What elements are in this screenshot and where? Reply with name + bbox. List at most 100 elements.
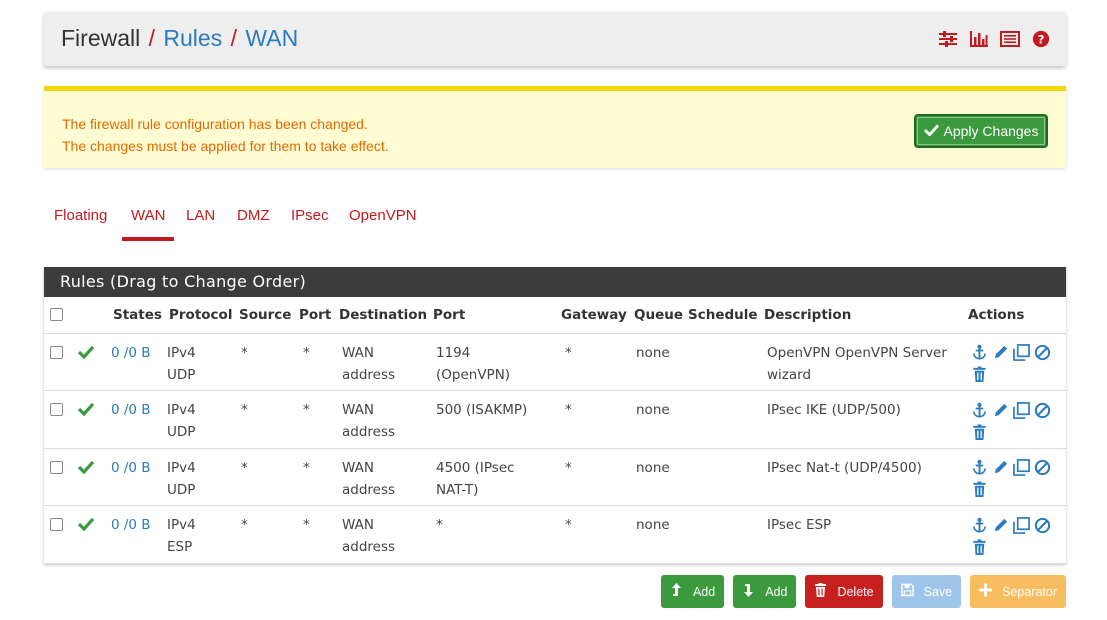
trash-icon[interactable]	[970, 536, 989, 558]
bar-chart-icon[interactable]	[968, 29, 990, 49]
row-checkbox[interactable]	[50, 518, 63, 531]
rules-table: States Protocol Source Port Destination …	[44, 297, 1066, 564]
disable-icon[interactable]	[1033, 399, 1052, 421]
port-value: *	[303, 402, 310, 418]
edit-icon[interactable]	[991, 514, 1010, 536]
destination-line: address	[342, 539, 396, 555]
table-row[interactable]: 0 /0 B IPv4 UDP * * WAN address 1194 (OpenVPN) * n…	[44, 333, 1066, 391]
svg-text:?: ?	[1038, 33, 1045, 47]
row-checkbox[interactable]	[50, 403, 63, 416]
description-line: IPsec Nat-t (UDP/4500)	[767, 459, 922, 476]
states-link[interactable]: 0 /0 B	[111, 460, 151, 476]
gateway-value: *	[565, 344, 572, 361]
dest-port-line: 1194	[436, 344, 471, 361]
save-button[interactable]: Save	[891, 575, 962, 608]
protocol-line: IPv4	[167, 459, 196, 476]
disable-icon[interactable]	[1033, 514, 1052, 536]
port-value: *	[303, 459, 310, 476]
breadcrumb-root: Firewall	[61, 25, 141, 51]
breadcrumb-link-rules[interactable]: Rules	[163, 25, 222, 51]
delete-label: Delete	[837, 584, 874, 599]
check-icon[interactable]	[77, 517, 95, 535]
states-link[interactable]: 0 /0 B	[111, 402, 151, 418]
row-checkbox[interactable]	[50, 460, 63, 474]
check-icon[interactable]	[77, 460, 95, 478]
table-row[interactable]: 0 /0 B IPv4 ESP * * WAN address * * none IPsec ESP	[44, 505, 1066, 564]
trash-icon[interactable]	[970, 479, 989, 501]
tab-wan[interactable]: WAN	[121, 207, 176, 241]
separator-button[interactable]: Separator	[970, 575, 1066, 608]
plus-icon	[979, 583, 993, 600]
queue-value: none	[636, 517, 670, 533]
breadcrumb-link-wan[interactable]: WAN	[245, 25, 298, 51]
anchor-icon[interactable]	[970, 399, 989, 421]
dest-port-line: *	[436, 517, 443, 533]
sliders-icon[interactable]	[937, 29, 959, 49]
tab-floating[interactable]: Floating	[54, 207, 107, 224]
floppy-icon	[900, 583, 914, 600]
tab-ipsec[interactable]: IPsec	[291, 207, 329, 224]
trash-icon[interactable]	[970, 421, 989, 443]
list-icon[interactable]	[999, 29, 1021, 49]
tab-openvpn[interactable]: OpenVPN	[349, 207, 417, 224]
column-header: Queue	[632, 297, 686, 334]
copy-icon[interactable]	[1012, 457, 1031, 479]
edit-icon[interactable]	[991, 342, 1010, 364]
trash-icon[interactable]	[970, 364, 989, 386]
table-row[interactable]: 0 /0 B IPv4 UDP * * WAN address 4500 (IPsec NAT-…	[44, 448, 1066, 506]
tab-lan[interactable]: LAN	[186, 207, 215, 224]
breadcrumb: Firewall / Rules / WAN	[61, 25, 298, 52]
states-link[interactable]: 0 /0 B	[111, 345, 151, 361]
row-checkbox[interactable]	[50, 345, 63, 359]
table-row[interactable]: 0 /0 B IPv4 UDP * * WAN address 500 (ISAKMP) * no…	[44, 390, 1066, 449]
alert-line-1: The firewall rule configuration has been…	[62, 116, 368, 132]
protocol-line: UDP	[167, 366, 196, 383]
add-bottom-button[interactable]: Add	[733, 575, 797, 608]
arrow-down-icon	[742, 583, 755, 600]
destination-line: WAN	[342, 402, 374, 418]
disable-icon[interactable]	[1033, 457, 1052, 479]
protocol-line: UDP	[167, 481, 196, 498]
copy-icon[interactable]	[1012, 342, 1031, 364]
column-header: Port	[431, 297, 559, 334]
check-icon[interactable]	[77, 345, 95, 363]
destination-line: address	[342, 481, 396, 498]
row-actions	[970, 457, 1052, 501]
check-icon[interactable]	[77, 402, 95, 420]
destination-line: WAN	[342, 459, 374, 476]
copy-icon[interactable]	[1012, 514, 1031, 536]
protocol-line: ESP	[167, 539, 193, 555]
apply-changes-button[interactable]: Apply Changes	[914, 114, 1048, 148]
add-top-label: Add	[692, 584, 716, 599]
gateway-value: *	[565, 517, 572, 533]
column-header: States	[111, 297, 167, 334]
rule-buttons: Add Add Delete Save Separator	[660, 575, 1066, 608]
copy-icon[interactable]	[1012, 399, 1031, 421]
add-top-button[interactable]: Add	[660, 575, 725, 608]
description-line: IPsec ESP	[767, 517, 832, 533]
help-icon[interactable]: ?	[1030, 29, 1052, 49]
header-icons: ?	[937, 29, 1052, 49]
row-actions	[970, 399, 1052, 443]
anchor-icon[interactable]	[970, 514, 989, 536]
anchor-icon[interactable]	[970, 457, 989, 479]
port-value: *	[303, 517, 310, 533]
destination-line: address	[342, 424, 396, 440]
delete-button[interactable]: Delete	[805, 575, 883, 608]
states-link[interactable]: 0 /0 B	[111, 517, 151, 533]
queue-value: none	[636, 402, 670, 418]
anchor-icon[interactable]	[970, 342, 989, 364]
queue-value: none	[636, 459, 670, 476]
edit-icon[interactable]	[991, 457, 1010, 479]
edit-icon[interactable]	[991, 399, 1010, 421]
column-header: Schedule	[686, 297, 762, 334]
disable-icon[interactable]	[1033, 342, 1052, 364]
description-line: IPsec IKE (UDP/500)	[767, 402, 901, 418]
select-all-checkbox[interactable]	[50, 308, 63, 322]
breadcrumb-bar: Firewall / Rules / WAN ?	[44, 12, 1066, 66]
source-value: *	[241, 402, 248, 418]
dest-port-line: 4500 (IPsec	[436, 459, 515, 476]
gateway-value: *	[565, 459, 572, 476]
row-actions	[970, 342, 1052, 386]
tab-dmz[interactable]: DMZ	[237, 207, 270, 224]
